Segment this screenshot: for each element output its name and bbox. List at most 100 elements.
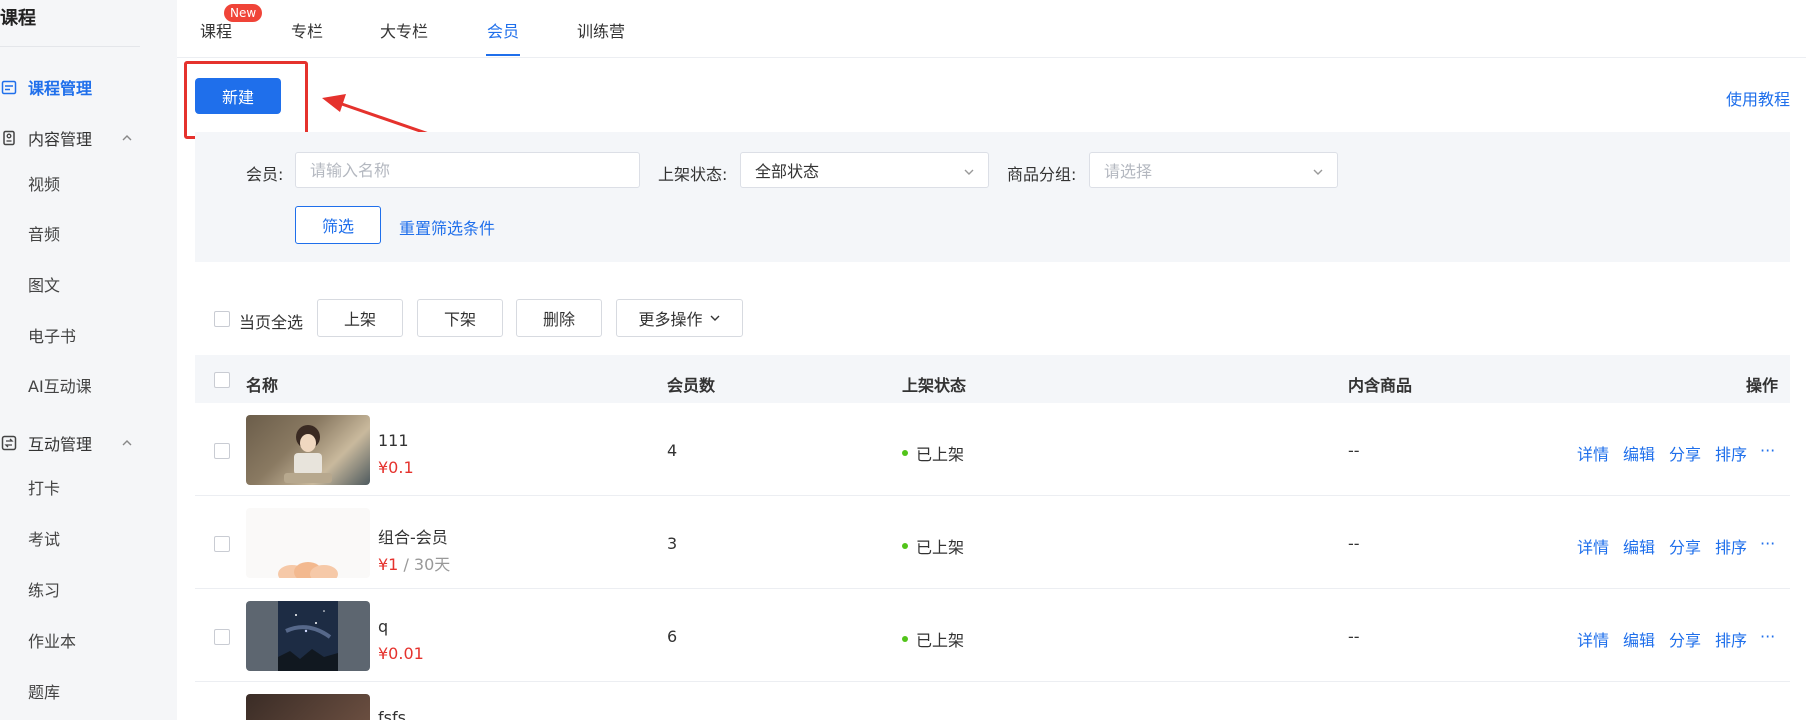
member-search-input[interactable] [295,152,640,188]
sidebar-item-exam[interactable]: 考试 [28,524,60,552]
tab-training-camp[interactable]: 训练营 [577,18,625,42]
group-filter-label: 商品分组: [1007,165,1077,184]
tab-membership[interactable]: 会员 [487,18,519,42]
on-shelf-button[interactable]: 上架 [317,299,403,337]
chevron-up-icon [120,436,134,450]
sidebar-item-question-bank[interactable]: 题库 [28,677,60,705]
detail-link[interactable]: 详情 [1577,534,1609,558]
share-link[interactable]: 分享 [1669,627,1701,651]
more-icon[interactable]: ··· [1760,441,1775,460]
sort-link[interactable]: 排序 [1715,534,1747,558]
reset-filter-link[interactable]: 重置筛选条件 [399,215,495,239]
share-link[interactable]: 分享 [1669,441,1701,465]
highlight-box [184,61,308,139]
status-select-value: 全部状态 [755,162,820,181]
chevron-down-icon [709,312,721,324]
sidebar-item-label: 内容管理 [28,130,93,149]
status-dot [902,543,908,549]
sidebar-title: 课程 [0,8,36,29]
row-thumbnail [246,508,370,578]
sidebar-item-ebook[interactable]: 电子书 [28,321,76,349]
sidebar-item-homework[interactable]: 作业本 [28,626,76,654]
select-all-label: 当页全选 [239,313,304,332]
member-filter-label: 会员: [246,165,284,184]
row-price: ¥0.1 [378,458,414,477]
detail-link[interactable]: 详情 [1577,627,1609,651]
member-search-field[interactable] [310,160,639,180]
more-actions-button[interactable]: 更多操作 [616,299,743,337]
sidebar-item-checkin[interactable]: 打卡 [28,473,60,501]
header-ops: 操作 [1746,376,1779,395]
sort-link[interactable]: 排序 [1715,627,1747,651]
status-filter-label: 上架状态: [658,165,728,184]
sidebar-item-interact-mgmt[interactable]: 互动管理 [0,429,134,457]
row-status: 已上架 [902,627,964,651]
row-status: 已上架 [902,534,964,558]
sidebar-item-label: 互动管理 [28,435,93,454]
help-link[interactable]: 使用教程 [1726,86,1790,110]
status-dot [902,450,908,456]
sidebar-item-content-mgmt[interactable]: 内容管理 [0,124,134,152]
row-status-text: 已上架 [916,631,965,650]
tab-column[interactable]: 专栏 [291,18,323,42]
sidebar-item-audio[interactable]: 音频 [28,219,60,247]
more-actions-label: 更多操作 [638,310,703,329]
row-goods: -- [1348,534,1360,553]
filter-button[interactable]: 筛选 [295,206,381,244]
row-name: q [378,617,389,636]
row-checkbox[interactable] [214,536,230,552]
row-member-count: 6 [667,627,678,646]
share-link[interactable]: 分享 [1669,534,1701,558]
detail-link[interactable]: 详情 [1577,441,1609,465]
header-status: 上架状态 [902,376,967,395]
row-price-value: ¥1 [378,555,399,574]
row-thumbnail [246,415,370,485]
delete-button[interactable]: 删除 [516,299,602,337]
row-status-text: 已上架 [916,538,965,557]
header-goods: 内含商品 [1348,376,1413,395]
row-checkbox[interactable] [214,443,230,459]
chevron-down-icon [1311,164,1325,178]
row-member-count: 4 [667,441,678,460]
status-select[interactable]: 全部状态 [740,152,989,188]
sidebar-item-article[interactable]: 图文 [28,270,60,298]
more-icon[interactable]: ··· [1760,627,1775,646]
calendar-icon [0,78,18,96]
row-goods: -- [1348,627,1360,646]
sidebar-item-ai-course[interactable]: AI互动课 [28,371,92,399]
sidebar-item-course-mgmt[interactable]: 课程管理 [0,73,92,101]
chevron-up-icon [120,131,134,145]
edit-link[interactable]: 编辑 [1623,534,1655,558]
header-name: 名称 [246,376,279,395]
row-goods: -- [1348,441,1360,460]
swap-icon [0,434,18,452]
more-icon[interactable]: ··· [1760,534,1775,553]
tab-course[interactable]: 课程 [200,18,232,42]
document-icon [0,129,18,147]
sidebar: 课程 课程管理 内容管理 视频 音频 图文 电子书 AI互动课 互动管理 打卡 … [0,0,177,720]
group-select[interactable]: 请选择 [1089,152,1338,188]
off-shelf-button[interactable]: 下架 [417,299,503,337]
row-name: fsfs [378,708,406,720]
row-status-text: 已上架 [916,445,965,464]
row-price: ¥1 / 30天 [378,551,450,575]
row-thumbnail [246,601,370,671]
header-count: 会员数 [667,376,716,395]
sidebar-item-video[interactable]: 视频 [28,169,60,197]
row-member-count: 3 [667,534,678,553]
table-row [195,403,1790,496]
new-badge: New [224,4,263,22]
row-thumbnail [246,694,370,720]
tab-big-column[interactable]: 大专栏 [380,18,428,42]
edit-link[interactable]: 编辑 [1623,441,1655,465]
row-price-value: ¥0.1 [378,458,414,477]
row-status: 已上架 [902,441,964,465]
sidebar-item-practice[interactable]: 练习 [28,575,60,603]
row-checkbox[interactable] [214,629,230,645]
active-tab-indicator [486,54,520,56]
sort-link[interactable]: 排序 [1715,441,1747,465]
select-all-checkbox[interactable] [214,311,230,327]
row-duration: / 30天 [398,555,451,574]
edit-link[interactable]: 编辑 [1623,627,1655,651]
header-checkbox[interactable] [214,372,230,388]
